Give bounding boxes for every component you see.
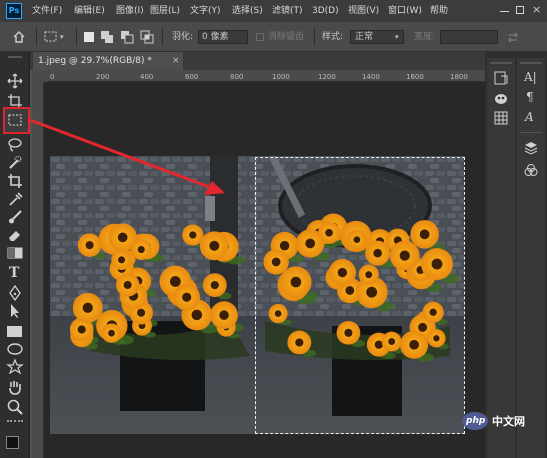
menu-help[interactable]: 帮助 bbox=[430, 4, 448, 18]
type-tool-icon[interactable]: T bbox=[9, 264, 19, 282]
crop-tool-icon[interactable] bbox=[6, 172, 24, 190]
separator bbox=[520, 132, 542, 133]
separator bbox=[314, 28, 315, 46]
width-input[interactable] bbox=[440, 30, 498, 44]
feather-value: 0 像素 bbox=[202, 32, 229, 42]
sunflower-head bbox=[77, 233, 102, 257]
separator bbox=[162, 28, 163, 46]
glyphs-icon[interactable]: A bbox=[525, 110, 534, 124]
close-window-icon[interactable]: × bbox=[532, 3, 541, 17]
minimize-icon[interactable] bbox=[500, 11, 509, 12]
menu-view[interactable]: 视图(V) bbox=[348, 4, 379, 18]
sunflower-head bbox=[199, 231, 229, 261]
rectangle-tool-icon[interactable] bbox=[7, 326, 22, 337]
more-tools-icon[interactable] bbox=[7, 420, 23, 432]
menu-image[interactable]: 图像(I) bbox=[116, 4, 144, 18]
ruler-tick-label: 600 bbox=[185, 73, 199, 81]
sunflower-head bbox=[72, 292, 103, 323]
eyedropper-tool-icon[interactable] bbox=[6, 190, 24, 208]
gradient-tool-icon[interactable] bbox=[6, 244, 24, 262]
intersect-selection-icon[interactable] bbox=[140, 30, 154, 44]
path-selection-tool-icon[interactable] bbox=[6, 302, 24, 320]
swap-icon[interactable] bbox=[506, 30, 520, 44]
menu-type[interactable]: 文字(Y) bbox=[190, 4, 221, 18]
sunflower-head bbox=[173, 283, 200, 311]
antialias-label: 消除锯齿 bbox=[268, 32, 305, 42]
menu-3d[interactable]: 3D(D) bbox=[312, 4, 339, 18]
add-to-selection-icon[interactable] bbox=[100, 30, 114, 44]
panel-grip[interactable] bbox=[490, 62, 512, 64]
sunflower-head bbox=[210, 301, 238, 330]
menu-select[interactable]: 选择(S) bbox=[232, 4, 263, 18]
php-logo-text: php bbox=[466, 416, 486, 426]
panel-grip[interactable] bbox=[8, 56, 22, 58]
sunflower-head bbox=[111, 249, 132, 270]
separator bbox=[36, 28, 37, 46]
adjustments-icon[interactable] bbox=[493, 90, 509, 106]
chevron-down-icon[interactable]: ▾ bbox=[395, 30, 399, 44]
rectangular-marquee-icon bbox=[8, 114, 22, 126]
subtract-selection-icon[interactable] bbox=[120, 30, 134, 44]
sunflower-head bbox=[101, 323, 122, 343]
ruler-tick-label: 1800 bbox=[450, 73, 468, 81]
menu-file[interactable]: 文件(F) bbox=[32, 4, 62, 18]
pen-tool-icon[interactable] bbox=[6, 284, 24, 302]
document-tab-label: 1.jpeg @ 29.7%(RGB/8) * bbox=[38, 56, 152, 66]
sunflower-head bbox=[182, 224, 204, 246]
eraser-tool-icon[interactable] bbox=[6, 226, 24, 244]
ruler-tick-label: 400 bbox=[140, 73, 154, 81]
history-icon[interactable] bbox=[493, 70, 509, 86]
grid-icon[interactable] bbox=[493, 110, 509, 126]
ruler-tick-label: 0 bbox=[50, 73, 55, 81]
antialias-checkbox[interactable] bbox=[256, 33, 264, 41]
sunflower-head bbox=[130, 239, 152, 260]
lasso-tool-icon[interactable] bbox=[6, 136, 24, 154]
foreground-color-swatch[interactable] bbox=[6, 436, 19, 449]
menu-edit[interactable]: 编辑(E) bbox=[74, 4, 105, 18]
marquee-selection[interactable] bbox=[255, 157, 465, 434]
sunflower-head bbox=[202, 273, 227, 298]
custom-shape-tool-icon[interactable] bbox=[6, 358, 24, 376]
ruler-tick-label: 1000 bbox=[272, 73, 290, 81]
ruler-tick-label: 1200 bbox=[318, 73, 336, 81]
panel-grip[interactable] bbox=[520, 62, 542, 64]
marquee-preset-icon[interactable] bbox=[44, 31, 58, 43]
watermark-text: 中文网 bbox=[492, 415, 525, 428]
ellipse-tool-icon[interactable] bbox=[6, 340, 24, 358]
paragraph-icon[interactable]: ¶ bbox=[526, 90, 534, 104]
new-selection-icon[interactable] bbox=[84, 32, 94, 42]
menu-filter[interactable]: 滤镜(T) bbox=[272, 4, 303, 18]
character-icon[interactable]: A| bbox=[524, 70, 537, 84]
menu-window[interactable]: 窗口(W) bbox=[388, 4, 422, 18]
layers-icon[interactable] bbox=[523, 140, 539, 156]
photoshop-logo: Ps bbox=[6, 3, 22, 19]
ruler-tick-label: 200 bbox=[96, 73, 110, 81]
hand-tool-icon[interactable] bbox=[6, 378, 24, 396]
feather-label: 羽化: bbox=[172, 32, 194, 42]
ruler-tick-label: 1600 bbox=[406, 73, 424, 81]
brush-tool-icon[interactable] bbox=[6, 208, 24, 226]
chevron-down-icon[interactable]: ▾ bbox=[60, 30, 64, 44]
style-label: 样式: bbox=[322, 32, 344, 42]
maximize-icon[interactable] bbox=[516, 6, 524, 14]
menu-layer[interactable]: 图层(L) bbox=[150, 4, 180, 18]
ruler-tick-label: 1400 bbox=[362, 73, 380, 81]
zoom-tool-icon[interactable] bbox=[6, 398, 24, 416]
separator bbox=[76, 28, 77, 46]
sunflower-head bbox=[115, 273, 140, 297]
quick-selection-tool-icon[interactable] bbox=[6, 154, 24, 172]
channels-icon[interactable] bbox=[523, 162, 539, 178]
ruler-vertical[interactable] bbox=[32, 82, 44, 458]
close-tab-icon[interactable]: × bbox=[172, 54, 180, 68]
style-value: 正常 bbox=[355, 32, 374, 42]
ruler-corner bbox=[32, 70, 48, 82]
width-label: 宽度: bbox=[414, 32, 436, 42]
move-tool-icon[interactable] bbox=[6, 72, 24, 90]
ruler-tick-label: 800 bbox=[230, 73, 244, 81]
home-icon[interactable] bbox=[12, 30, 26, 44]
